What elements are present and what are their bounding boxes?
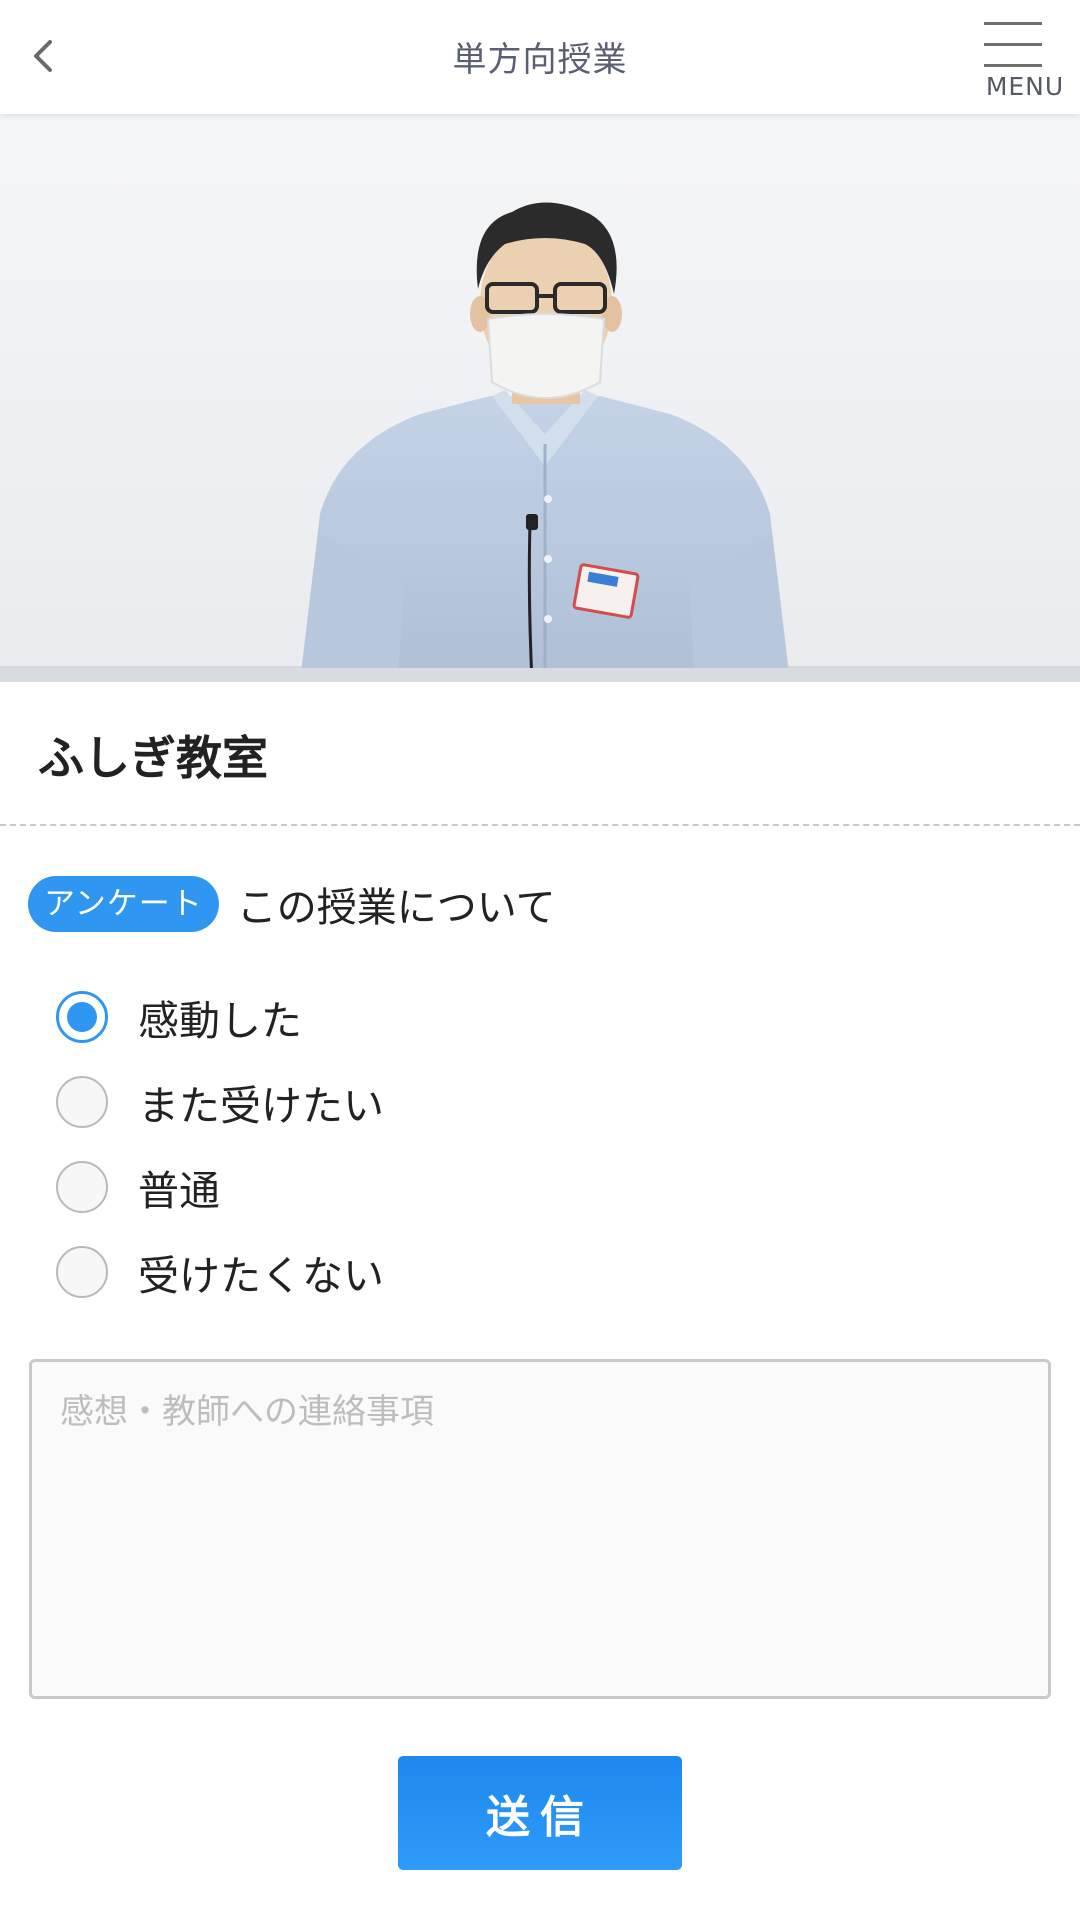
survey-header: アンケート この授業について (28, 876, 556, 932)
dashed-divider (0, 824, 1080, 826)
video-frame-image (0, 114, 1080, 682)
option-label: 普通 (138, 1167, 220, 1215)
video-floor (0, 668, 1080, 682)
survey-question: この授業について (236, 885, 556, 931)
survey-option-3[interactable]: 普通 (56, 1157, 220, 1217)
comment-field[interactable] (29, 1359, 1051, 1699)
page-title: 単方向授業 (452, 40, 628, 80)
survey-option-2[interactable]: また受けたい (56, 1072, 384, 1132)
lesson-title: ふしぎ教室 (38, 731, 268, 785)
survey-option-4[interactable]: 受けたくない (56, 1242, 384, 1302)
option-label: また受けたい (138, 1082, 384, 1130)
radio-selected-icon[interactable] (56, 991, 108, 1043)
app-header: 単方向授業 MENU (0, 0, 1080, 114)
survey-option-1[interactable]: 感動した (56, 987, 302, 1047)
option-label: 受けたくない (138, 1252, 384, 1300)
radio-unselected-icon[interactable] (56, 1246, 108, 1298)
lecture-video[interactable] (0, 114, 1080, 682)
option-label: 感動した (138, 997, 302, 1045)
menu-label: MENU (985, 72, 1065, 101)
radio-unselected-icon[interactable] (56, 1161, 108, 1213)
survey-badge: アンケート (28, 876, 219, 932)
submit-button[interactable]: 送信 (398, 1756, 682, 1870)
menu-button[interactable]: MENU (970, 0, 1080, 114)
radio-unselected-icon[interactable] (56, 1076, 108, 1128)
screen: 単方向授業 MENU ふしぎ教室 アンケート この授業について 感動した また受… (0, 0, 1080, 1920)
